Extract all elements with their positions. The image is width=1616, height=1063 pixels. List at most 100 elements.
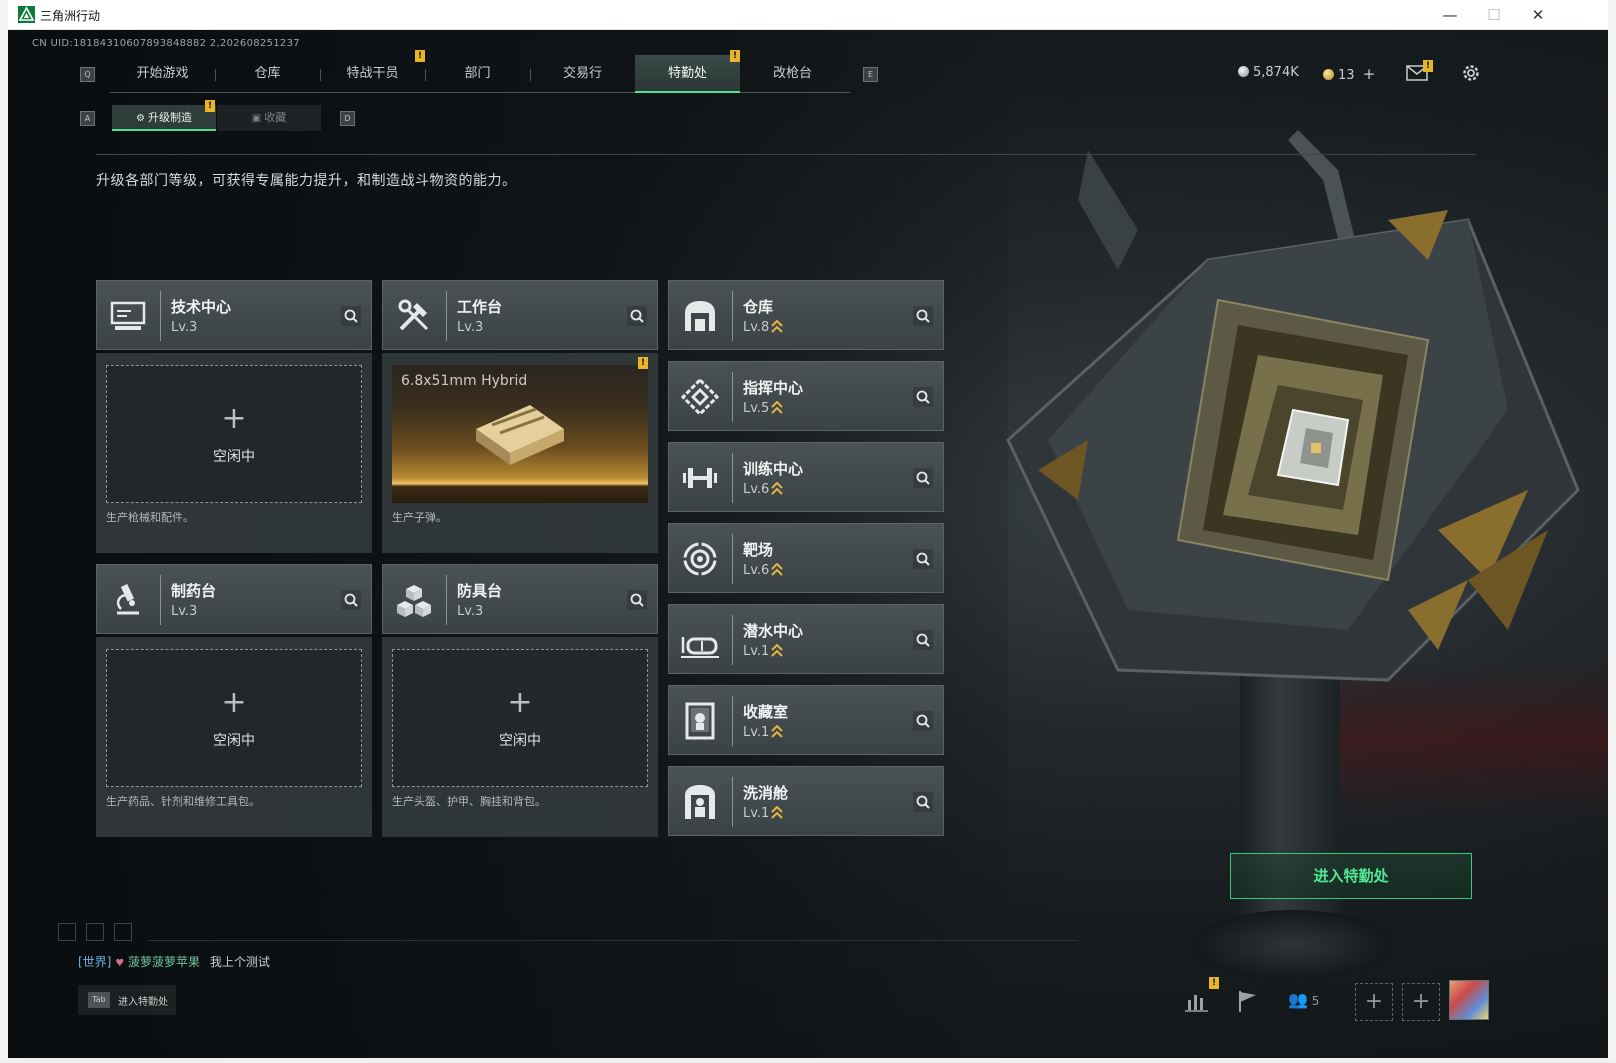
- minimize-button[interactable]: —: [1430, 4, 1470, 26]
- tab-warehouse[interactable]: 仓库: [215, 55, 320, 93]
- facility-name: 潜水中心: [743, 622, 804, 640]
- facility-card-decon-chamber[interactable]: 洗消舱 Lv.1: [668, 766, 944, 836]
- search-icon[interactable]: [913, 387, 933, 407]
- production-caption: 生产药品、针剂和维修工具包。: [106, 795, 260, 808]
- header-divider: [96, 154, 1476, 155]
- facility-card-armor-bench[interactable]: 防具台 Lv.3: [382, 564, 658, 634]
- production-panel-pharmacy: + 空闲中 生产药品、针剂和维修工具包。: [96, 637, 372, 837]
- idle-slot[interactable]: + 空闲中: [106, 649, 362, 787]
- facility-card-command-center[interactable]: 指挥中心 Lv.5: [668, 361, 944, 431]
- tab-market[interactable]: 交易行: [530, 55, 635, 93]
- window-titlebar[interactable]: 三角洲行动 — ☐ ✕: [8, 0, 1608, 30]
- search-icon[interactable]: [913, 468, 933, 488]
- upgrade-arrow-icon: [771, 401, 784, 414]
- chat-line[interactable]: [世界] ♥ 菠萝菠萝苹果 我上个测试: [78, 953, 270, 970]
- team-slot-1[interactable]: +: [1355, 983, 1393, 1021]
- idle-slot[interactable]: + 空闲中: [106, 365, 362, 503]
- desktop-edge-bottom: [0, 1058, 1616, 1063]
- card-divider: [160, 575, 161, 625]
- facility-name: 靶场: [743, 541, 774, 559]
- subnav-next-key[interactable]: D: [340, 111, 355, 126]
- currency-main[interactable]: 5,874K: [1238, 65, 1299, 80]
- production-caption: 生产枪械和配件。: [106, 511, 194, 524]
- search-icon[interactable]: [913, 711, 933, 731]
- search-icon[interactable]: [913, 792, 933, 812]
- facility-name: 指挥中心: [743, 379, 804, 397]
- search-icon[interactable]: [627, 306, 647, 326]
- craft-gear-icon: ⚙: [136, 113, 145, 124]
- facility-level-value: Lv.1: [743, 806, 770, 821]
- tab-gunsmith[interactable]: 改枪台: [740, 55, 845, 93]
- desktop-edge-left: [0, 0, 8, 1063]
- flag-icon[interactable]: [1230, 986, 1266, 1016]
- tab-start-game[interactable]: 开始游戏: [110, 55, 215, 93]
- settings-gear-icon[interactable]: [1460, 62, 1482, 84]
- add-currency-button[interactable]: +: [1363, 65, 1376, 83]
- diving-mask-icon: [681, 637, 719, 658]
- chat-username[interactable]: 菠萝菠萝苹果: [128, 955, 200, 969]
- facility-card-tech-center[interactable]: 技术中心 Lv.3: [96, 280, 372, 350]
- enter-special-ops-button[interactable]: 进入特勤处: [1230, 853, 1472, 899]
- tab-collection[interactable]: ▣ 收藏: [217, 105, 321, 131]
- heart-icon: ♥: [115, 958, 125, 969]
- tab-shortcut-hint[interactable]: Tab 进入特勤处: [78, 985, 176, 1015]
- ammo-box-icon: [476, 405, 564, 465]
- page-description: 升级各部门等级，可获得专属能力提升，和制造战斗物资的能力。: [96, 173, 517, 189]
- quick-slot[interactable]: [58, 923, 76, 941]
- team-slot-2[interactable]: +: [1402, 983, 1440, 1021]
- facility-card-warehouse[interactable]: 仓库 Lv.8: [668, 280, 944, 350]
- wrench-hammer-icon: [398, 299, 429, 331]
- search-icon[interactable]: [913, 549, 933, 569]
- facility-name: 训练中心: [743, 460, 804, 478]
- tab-department[interactable]: 部门: [425, 55, 530, 93]
- active-production-slot[interactable]: 6.8x51mm Hybrid: [392, 365, 648, 503]
- tab-upgrade-craft[interactable]: ⚙ 升级制造: [112, 105, 216, 131]
- idle-label: 空闲中: [213, 449, 255, 465]
- idle-label: 空闲中: [213, 733, 255, 749]
- facility-card-shooting-range[interactable]: 靶场 Lv.6: [668, 523, 944, 593]
- avatar[interactable]: [1449, 980, 1489, 1020]
- facility-card-workbench[interactable]: 工作台 Lv.3: [382, 280, 658, 350]
- facility-level-value: Lv.6: [743, 563, 770, 578]
- maximize-button[interactable]: ☐: [1474, 4, 1514, 26]
- nav-prev-key[interactable]: Q: [80, 67, 95, 82]
- facility-card-diving-center[interactable]: 潜水中心 Lv.1: [668, 604, 944, 674]
- close-button[interactable]: ✕: [1518, 4, 1558, 26]
- facility-card-collection-room[interactable]: 收藏室 Lv.1: [668, 685, 944, 755]
- facility-level: Lv.1: [743, 806, 784, 821]
- tab-collection-label: 收藏: [264, 111, 287, 124]
- chat-channel: [世界]: [78, 955, 112, 969]
- quick-slot[interactable]: [86, 923, 104, 941]
- facility-level: Lv.3: [457, 604, 484, 619]
- upgrade-arrow-icon: [771, 644, 784, 657]
- quick-slot[interactable]: [114, 923, 132, 941]
- stats-chart-icon[interactable]: [1180, 986, 1216, 1016]
- upgrade-arrow-icon: [771, 725, 784, 738]
- decon-chamber-icon: [685, 785, 715, 819]
- search-icon[interactable]: [913, 630, 933, 650]
- friends-button[interactable]: 👥 5: [1288, 990, 1319, 1009]
- window-title: 三角洲行动: [40, 9, 101, 23]
- card-divider: [732, 291, 733, 341]
- search-icon[interactable]: [341, 306, 361, 326]
- background-cube-illustration: [1006, 130, 1580, 682]
- production-panel-workbench: 6.8x51mm Hybrid ! 生产子弹。: [382, 353, 658, 553]
- desktop-edge-right: [1608, 0, 1616, 1063]
- tab-hint-label: 进入特勤处: [118, 997, 168, 1008]
- tab-special-ops[interactable]: 特勤处: [635, 55, 740, 93]
- facility-card-pharmacy[interactable]: 制药台 Lv.3: [96, 564, 372, 634]
- stats-alert-badge: !: [1209, 977, 1219, 989]
- search-icon[interactable]: [627, 590, 647, 610]
- upgrade-craft-alert-badge: !: [205, 100, 215, 112]
- search-icon[interactable]: [913, 306, 933, 326]
- armor-blocks-icon: [397, 585, 431, 617]
- target-icon: [681, 540, 719, 578]
- facility-level-value: Lv.5: [743, 401, 770, 416]
- tab-operators[interactable]: 特战干员: [320, 55, 425, 93]
- nav-next-key[interactable]: E: [863, 67, 878, 82]
- facility-card-training-center[interactable]: 训练中心 Lv.6: [668, 442, 944, 512]
- currency-secondary[interactable]: 13 +: [1323, 65, 1375, 83]
- subnav-prev-key[interactable]: A: [80, 111, 95, 126]
- idle-slot[interactable]: + 空闲中: [392, 649, 648, 787]
- search-icon[interactable]: [341, 590, 361, 610]
